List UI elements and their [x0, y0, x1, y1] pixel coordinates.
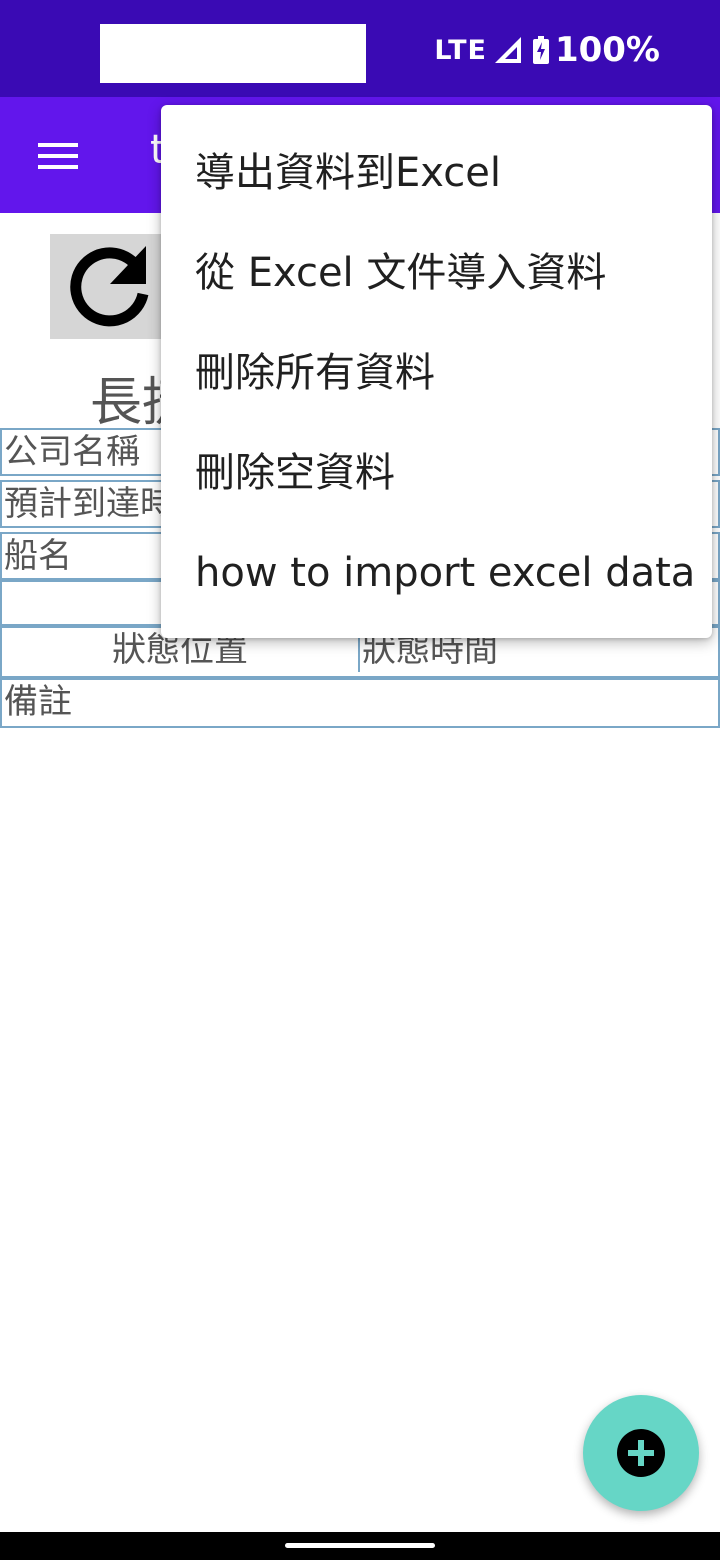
menu-item-delete-all[interactable]: 刪除所有資料 — [161, 323, 712, 423]
navigation-bar — [0, 1532, 720, 1560]
add-icon — [617, 1429, 665, 1477]
signal-icon — [494, 37, 521, 63]
battery-level: 100% — [554, 30, 660, 70]
remarks-row[interactable]: 備註 — [0, 678, 720, 728]
menu-item-import-help[interactable]: how to import excel data — [161, 523, 712, 623]
refresh-button[interactable] — [50, 234, 165, 339]
menu-item-export-excel[interactable]: 導出資料到Excel — [161, 123, 712, 223]
network-type: LTE — [434, 34, 487, 66]
menu-icon[interactable] — [38, 143, 78, 169]
add-button[interactable] — [583, 1395, 699, 1511]
refresh-icon — [70, 246, 149, 327]
remarks-label: 備註 — [4, 682, 72, 722]
home-handle[interactable] — [285, 1543, 435, 1548]
overflow-menu: 導出資料到Excel 從 Excel 文件導入資料 刪除所有資料 刪除空資料 h… — [161, 105, 712, 638]
menu-item-delete-empty[interactable]: 刪除空資料 — [161, 423, 712, 523]
redacted-area — [100, 24, 366, 83]
status-indicators: LTE 100% — [434, 28, 660, 72]
menu-item-import-excel[interactable]: 從 Excel 文件導入資料 — [161, 223, 712, 323]
status-bar: LTE 100% — [0, 0, 720, 97]
battery-charging-icon — [532, 36, 549, 64]
